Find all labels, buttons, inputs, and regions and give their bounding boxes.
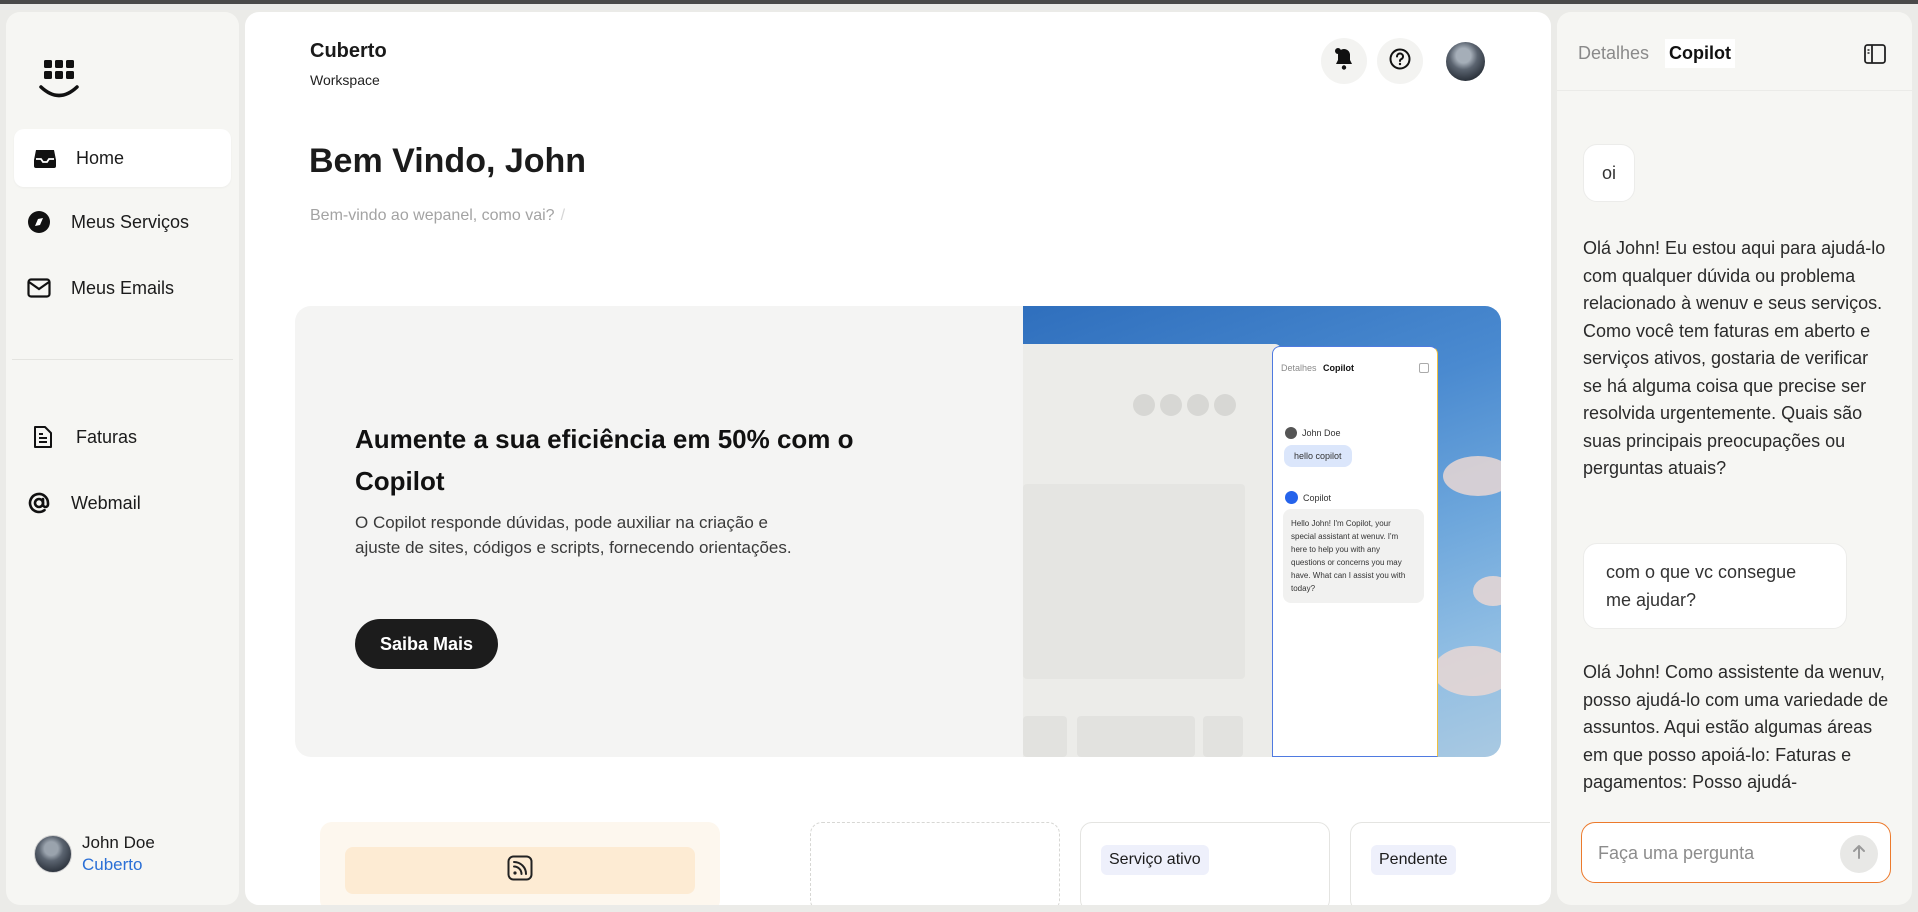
sidebar-item-label: Home <box>76 147 125 168</box>
mock-dot <box>1160 394 1182 416</box>
sidebar-item-faturas[interactable]: Faturas <box>14 408 231 466</box>
sidebar-divider <box>12 359 233 360</box>
ask-box <box>1581 822 1891 883</box>
main-content: Cuberto Workspace Bem Vindo, John Bem-vi… <box>245 12 1551 905</box>
empty-card-placeholder[interactable] <box>810 822 1060 905</box>
page-subtitle: Bem-vindo ao wepanel, como vai? / <box>310 207 565 225</box>
send-button[interactable] <box>1840 835 1878 873</box>
panel-divider <box>1557 90 1912 91</box>
page-subtitle-text: Bem-vindo ao wepanel, como vai? <box>310 207 555 224</box>
sidebar: Home Meus Serviços Meus Emails Faturas W… <box>6 12 239 905</box>
user-message: com o que vc consegue me ajudar? <box>1583 543 1847 629</box>
mock-content-block <box>1023 484 1245 679</box>
mock-copilot-panel: Detalhes Copilot John Doe hello copilot … <box>1272 346 1438 757</box>
assistant-message: Olá John! Eu estou aqui para ajudá-lo co… <box>1583 238 1886 478</box>
mock-tab-details: Detalhes <box>1281 363 1317 373</box>
window-top-strip <box>0 0 1918 4</box>
promo-description: O Copilot responde dúvidas, pode auxilia… <box>355 513 792 557</box>
sidebar-item-label: Meus Serviços <box>71 211 190 232</box>
breadcrumb-separator: / <box>560 207 566 224</box>
mock-avatar <box>1285 427 1297 439</box>
cloud-shape <box>1473 576 1501 606</box>
at-sign-icon <box>26 490 52 516</box>
mock-copilot-name: Copilot <box>1303 492 1332 503</box>
mock-app-window <box>1023 344 1281 757</box>
copilot-promo-banner: Aumente a sua eficiência em 50% com o Co… <box>295 306 1501 757</box>
cloud-shape <box>1443 456 1501 496</box>
user-name: John Doe <box>82 833 155 852</box>
panel-left-icon[interactable] <box>1863 42 1889 68</box>
rss-icon <box>507 855 533 886</box>
grid-smile-logo[interactable] <box>36 60 82 108</box>
assistant-message: Olá John! Como assistente da wenuv, poss… <box>1583 662 1889 792</box>
sidebar-item-label: Meus Emails <box>71 277 175 298</box>
mock-copilot-row: Copilot <box>1285 491 1331 504</box>
sidebar-item-home[interactable]: Home <box>14 129 231 187</box>
sidebar-item-meus-servicos[interactable]: Meus Serviços <box>14 193 231 251</box>
compass-icon <box>26 209 52 235</box>
pending-card[interactable]: Pendente <box>1350 822 1550 905</box>
mock-user-name: John Doe <box>1302 428 1341 438</box>
tab-copilot[interactable]: Copilot <box>1665 39 1735 68</box>
header-avatar[interactable] <box>1446 42 1485 81</box>
promo-illustration: Detalhes Copilot John Doe hello copilot … <box>1023 306 1501 757</box>
mock-card <box>1077 716 1195 757</box>
user-profile[interactable]: John Doe Cuberto <box>34 832 155 876</box>
status-badge: Pendente <box>1371 845 1456 875</box>
active-service-card[interactable]: Serviço ativo <box>1080 822 1330 905</box>
inbox-icon <box>32 145 58 171</box>
sidebar-item-label: Webmail <box>71 492 141 513</box>
mock-panel-icon <box>1419 363 1429 373</box>
notifications-button[interactable] <box>1321 38 1367 84</box>
mock-user-message: hello copilot <box>1284 445 1352 467</box>
user-org-link[interactable]: Cuberto <box>82 854 155 876</box>
service-card[interactable] <box>320 822 720 905</box>
mock-card <box>1023 716 1067 757</box>
tab-detalhes[interactable]: Detalhes <box>1576 39 1651 68</box>
mock-dot <box>1214 394 1236 416</box>
document-icon <box>30 424 56 450</box>
workspace-subtitle: Workspace <box>310 72 380 88</box>
promo-title: Aumente a sua eficiência em 50% com o Co… <box>355 424 854 496</box>
mock-tab-copilot: Copilot <box>1323 363 1354 373</box>
avatar[interactable] <box>34 835 72 873</box>
workspace-title: Cuberto <box>310 40 387 62</box>
help-icon <box>1389 48 1411 75</box>
sidebar-item-webmail[interactable]: Webmail <box>14 474 231 532</box>
ask-input[interactable] <box>1598 835 1828 871</box>
mock-user-row: John Doe <box>1285 427 1341 439</box>
mock-copilot-avatar <box>1285 491 1298 504</box>
sidebar-item-meus-emails[interactable]: Meus Emails <box>14 259 231 317</box>
cloud-shape <box>1433 646 1501 696</box>
saiba-mais-button[interactable]: Saiba Mais <box>355 619 499 669</box>
mail-icon <box>26 275 52 301</box>
status-badge: Serviço ativo <box>1101 845 1209 875</box>
arrow-up-icon <box>1850 843 1868 866</box>
mock-card <box>1203 716 1243 757</box>
mock-copilot-message: Hello John! I'm Copilot, your special as… <box>1283 509 1424 603</box>
help-button[interactable] <box>1377 38 1423 84</box>
sidebar-item-label: Faturas <box>76 426 138 447</box>
bell-icon <box>1333 47 1355 76</box>
page-title: Bem Vindo, John <box>309 142 587 180</box>
mock-dot <box>1133 394 1155 416</box>
card-icon-area <box>345 847 695 894</box>
copilot-panel: Detalhes Copilot oi Olá John! Eu estou a… <box>1557 12 1912 905</box>
user-message: oi <box>1583 144 1636 202</box>
mock-dot <box>1187 394 1209 416</box>
